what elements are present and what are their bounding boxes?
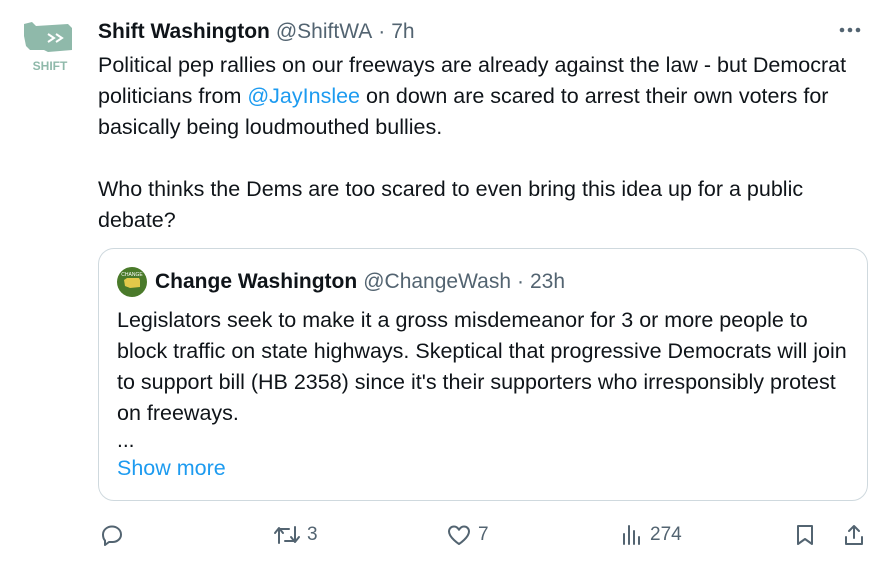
change-washington-avatar-icon[interactable]: CHANGE [117,267,147,297]
retweet-count: 3 [307,524,318,545]
more-dots-icon [839,27,861,33]
tweet-header: Shift Washington @ShiftWA · 7h [98,17,868,47]
quoted-author-handle[interactable]: @ChangeWash [363,270,511,294]
quoted-tweet-ellipsis: ... [117,429,135,452]
author-name[interactable]: Shift Washington [98,20,270,44]
quoted-meta-separator: · [517,270,524,293]
like-button[interactable]: 7 [446,518,489,552]
tweet-text: Political pep rallies on our freeways ar… [98,50,868,236]
heart-icon [448,525,470,545]
share-button[interactable] [842,518,866,552]
retweet-icon [274,526,300,544]
tweet-time[interactable]: 7h [391,20,414,44]
show-more-link[interactable]: Show more [117,453,226,483]
author-avatar[interactable]: SHIFT [18,14,82,78]
like-count: 7 [478,524,489,545]
tweet-action-bar: 3 7 274 [98,518,870,552]
views-count: 274 [650,524,682,545]
quoted-author-name[interactable]: Change Washington [155,270,357,294]
meta-separator: · [378,20,386,43]
bookmark-button[interactable] [794,518,816,552]
quoted-tweet-header: CHANGE Change Washington @ChangeWash · 2… [117,267,565,297]
reply-button[interactable] [100,518,130,552]
quoted-tweet-time[interactable]: 23h [530,270,565,294]
tweet-paragraph-2: Who thinks the Dems are too scared to ev… [98,177,804,232]
views-icon [623,525,640,545]
shift-washington-logo-icon: SHIFT [24,22,72,73]
views-button[interactable]: 274 [620,518,682,552]
svg-text:CHANGE: CHANGE [121,272,143,278]
tweet-paragraph-1: Political pep rallies on our freeways ar… [98,50,868,143]
share-icon [845,525,863,545]
reply-icon [102,525,122,546]
retweet-button[interactable]: 3 [273,518,318,552]
more-options-button[interactable] [832,15,868,45]
quoted-tweet-card[interactable]: CHANGE Change Washington @ChangeWash · 2… [98,248,868,501]
bookmark-icon [797,525,813,545]
quoted-tweet-text: Legislators seek to make it a gross misd… [117,308,847,425]
author-handle[interactable]: @ShiftWA [276,20,372,44]
shift-logo-text: SHIFT [33,59,68,73]
mention-link[interactable]: @JayInslee [247,84,360,108]
